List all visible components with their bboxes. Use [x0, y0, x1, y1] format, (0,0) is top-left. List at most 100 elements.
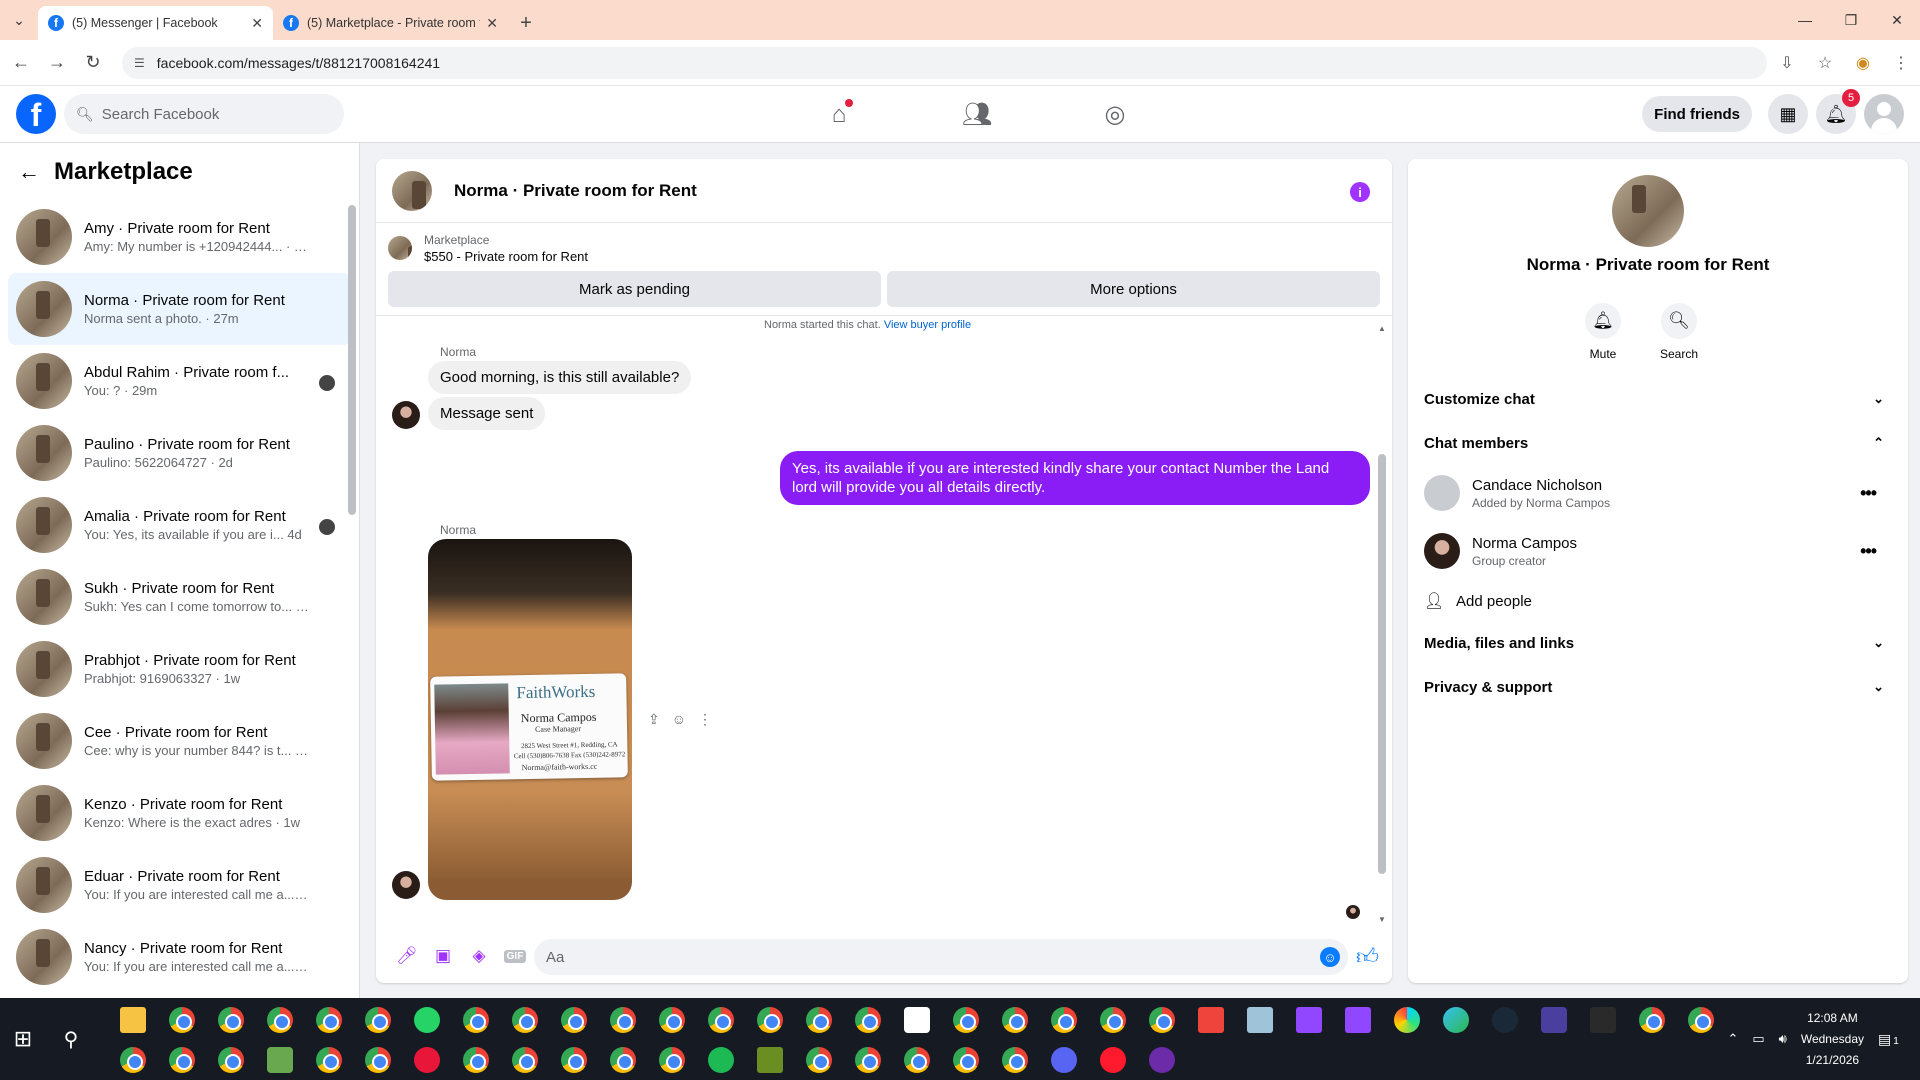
chrome-icon[interactable] — [157, 1040, 206, 1080]
anydesk-icon[interactable] — [1186, 1000, 1235, 1040]
file-explorer-icon[interactable] — [108, 1000, 157, 1040]
volume-icon[interactable]: 🔊︎ — [1779, 1031, 1787, 1047]
spotify-icon[interactable] — [696, 1040, 745, 1080]
groups-icon[interactable]: ◎ — [1046, 86, 1184, 143]
chrome-icon[interactable] — [353, 1040, 402, 1080]
conversation-item[interactable]: Kenzo · Private room for Rent Kenzo: Wher… — [8, 777, 351, 849]
conversation-item[interactable]: Amalia · Private room for Rent You: Yes, … — [8, 489, 351, 561]
minimize-icon[interactable]: — — [1782, 0, 1828, 40]
sender-avatar[interactable] — [392, 401, 420, 429]
chrome-icon[interactable] — [598, 1040, 647, 1080]
chrome-icon[interactable] — [1137, 1000, 1186, 1040]
sender-avatar[interactable] — [392, 871, 420, 899]
chrome-icon[interactable] — [598, 1000, 647, 1040]
search-button[interactable]: 🔍︎ Search — [1659, 303, 1699, 361]
bookmark-star-icon[interactable]: ☆ — [1806, 46, 1844, 80]
chrome-icon[interactable] — [941, 1000, 990, 1040]
chrome-icon[interactable] — [549, 1000, 598, 1040]
minecraft-icon[interactable] — [745, 1040, 794, 1080]
back-arrow-icon[interactable]: ← — [18, 159, 40, 185]
hacker-icon[interactable] — [1529, 1000, 1578, 1040]
address-bar[interactable]: ☰ facebook.com/messages/t/88121700816424… — [122, 47, 1767, 79]
conversation-item[interactable]: Paulino · Private room for Rent Paulino: … — [8, 417, 351, 489]
app-icon[interactable] — [1235, 1000, 1284, 1040]
conversation-item[interactable]: Eduar · Private room for Rent You: If you… — [8, 849, 351, 921]
chrome-icon[interactable] — [941, 1040, 990, 1080]
close-window-icon[interactable]: ✕ — [1874, 0, 1920, 40]
forward-icon[interactable]: → — [42, 48, 72, 78]
steam-icon[interactable] — [1480, 1000, 1529, 1040]
view-buyer-profile-link[interactable]: View buyer profile — [884, 319, 971, 331]
chrome-icon[interactable] — [843, 1000, 892, 1040]
account-avatar[interactable] — [1864, 94, 1904, 134]
chrome-icon[interactable] — [157, 1000, 206, 1040]
windows-start-icon[interactable]: ⊞ — [8, 1024, 38, 1054]
message-input[interactable]: Aa ☺ — [534, 939, 1348, 975]
new-tab-button[interactable]: + — [508, 6, 544, 40]
notification-center-icon[interactable]: ▤ 1 — [1878, 1031, 1908, 1048]
chrome-icon[interactable] — [892, 1040, 941, 1080]
chat-avatar[interactable] — [392, 170, 432, 211]
chrome-icon[interactable] — [353, 1000, 402, 1040]
chrome-icon[interactable] — [990, 1000, 1039, 1040]
mark-as-pending-button[interactable]: Mark as pending — [388, 271, 881, 307]
chrome-icon[interactable] — [304, 1000, 353, 1040]
chrome-icon[interactable] — [843, 1040, 892, 1080]
mute-button[interactable]: 🔔︎ Mute — [1583, 303, 1623, 361]
thumbs-up-icon[interactable]: 👍︎ — [1356, 943, 1379, 970]
member-row[interactable]: Candace Nicholson Added by Norma Campos •… — [1424, 465, 1884, 521]
scroll-thumb[interactable] — [1378, 454, 1386, 874]
chevron-up-icon[interactable]: ⌃ — [1727, 1031, 1738, 1047]
media-files-section[interactable]: Media, files and links ⌄ — [1424, 621, 1884, 665]
conversation-item[interactable]: Cee · Private room for Rent Cee: why is y… — [8, 705, 351, 777]
clock[interactable]: 12:08 AM Wednesday 1/21/2026 — [1801, 1008, 1864, 1071]
chrome-icon[interactable] — [304, 1040, 353, 1080]
conversation-item[interactable]: Nancy · Private room for Rent You: If you… — [8, 921, 351, 993]
more-options-icon[interactable]: ••• — [1860, 483, 1877, 504]
browser-tab-marketplace[interactable]: f (5) Marketplace - Private room f ✕ — [273, 6, 508, 40]
twitch-icon[interactable] — [1284, 1000, 1333, 1040]
whatsapp-icon[interactable] — [402, 1000, 451, 1040]
edge-icon[interactable] — [1431, 1000, 1480, 1040]
sticker-icon[interactable]: ◈ — [462, 939, 496, 973]
chrome-icon[interactable] — [206, 1000, 255, 1040]
friends-icon[interactable]: 👥︎ — [908, 86, 1046, 143]
chrome-icon[interactable] — [255, 1000, 304, 1040]
find-friends-button[interactable]: Find friends — [1642, 96, 1752, 132]
shared-photo[interactable]: FaithWorks Norma Campos Case Manager 282… — [428, 539, 632, 900]
chrome-icon[interactable] — [549, 1040, 598, 1080]
menu-grid-icon[interactable]: ▦ — [1768, 94, 1808, 134]
profile-icon[interactable]: ◉ — [1844, 46, 1882, 80]
conversation-item[interactable]: Amy · Private room for Rent Amy: My numbe… — [8, 201, 351, 273]
opera-icon[interactable] — [1088, 1040, 1137, 1080]
conversation-item-selected[interactable]: Norma · Private room for Rent Norma sent … — [8, 273, 351, 345]
chrome-icon[interactable] — [990, 1040, 1039, 1080]
add-people-button[interactable]: 👤︎ Add people — [1424, 581, 1532, 621]
chat-title[interactable]: Norma · Private room for Rent — [454, 181, 697, 201]
info-icon[interactable]: i — [1350, 182, 1370, 202]
more-options-icon[interactable]: ••• — [1860, 541, 1877, 562]
scroll-down-icon[interactable]: ▼ — [1378, 915, 1386, 924]
microphone-icon[interactable]: 🎤︎ — [390, 939, 424, 973]
play-store-icon[interactable] — [1382, 1000, 1431, 1040]
media-player-icon[interactable] — [402, 1040, 451, 1080]
customize-chat-section[interactable]: Customize chat ⌄ — [1424, 377, 1884, 421]
robinhood-icon[interactable] — [255, 1040, 304, 1080]
notifications-icon[interactable]: 🔔︎ 5 — [1816, 89, 1860, 134]
chrome-icon[interactable] — [647, 1000, 696, 1040]
tab-search-dropdown[interactable]: ⌄ — [0, 0, 38, 40]
member-row[interactable]: Norma Campos Group creator ••• — [1424, 523, 1884, 579]
reload-icon[interactable]: ↻ — [78, 48, 108, 78]
conversation-item[interactable]: Abdul Rahim · Private room f... You: ? · … — [8, 345, 351, 417]
taskbar-search-icon[interactable]: ⚲ — [56, 1024, 86, 1054]
restore-icon[interactable]: ❐ — [1828, 0, 1874, 40]
chrome-icon[interactable] — [500, 1000, 549, 1040]
close-tab-icon[interactable]: ✕ — [251, 15, 263, 32]
react-emoji-icon[interactable]: ☺ — [672, 711, 686, 728]
browser-tab-messenger[interactable]: f (5) Messenger | Facebook ✕ — [38, 6, 273, 40]
more-options-button[interactable]: More options — [887, 271, 1380, 307]
photo-icon[interactable]: ▣ — [426, 939, 460, 973]
home-icon[interactable]: ⌂ — [770, 86, 908, 143]
discord-icon[interactable] — [1039, 1040, 1088, 1080]
chrome-icon[interactable] — [500, 1040, 549, 1080]
